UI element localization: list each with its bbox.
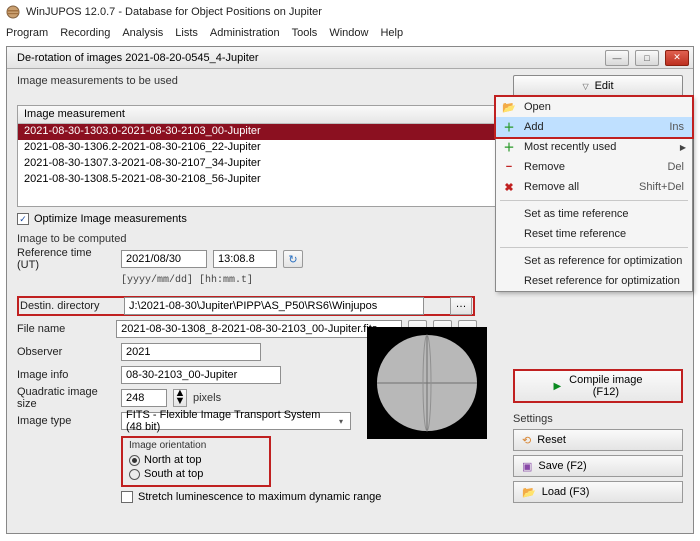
plus-icon: ＋ [501, 119, 517, 135]
orientation-group: Image orientation North at top South at … [121, 436, 271, 487]
reset-icon: ⟲ [522, 434, 531, 447]
optimize-checkbox-row[interactable]: ✓ Optimize Image measurements [17, 213, 187, 225]
stretch-label: Stretch luminescence to maximum dynamic … [138, 491, 381, 503]
menu-program[interactable]: Program [6, 27, 48, 39]
main-menu-bar: Program Recording Analysis Lists Adminis… [0, 24, 700, 42]
compute-section-label: Image to be computed [17, 233, 126, 245]
menu-most-recently-used[interactable]: ＋ Most recently used [496, 137, 692, 157]
orientation-north-radio[interactable]: North at top [129, 453, 263, 467]
edit-button[interactable]: ▽ Edit [513, 75, 683, 97]
menu-reset-time-reference[interactable]: Reset time reference [496, 224, 692, 244]
menu-window[interactable]: Window [329, 27, 368, 39]
image-type-combo[interactable]: FITS - Flexible Image Transport System (… [121, 412, 351, 430]
compile-key: (F12) [593, 386, 619, 398]
menu-recording[interactable]: Recording [60, 27, 110, 39]
browse-button[interactable]: … [450, 297, 472, 315]
destination-input[interactable] [124, 297, 424, 315]
load-button[interactable]: 📂 Load (F3) [513, 481, 683, 503]
quadratic-size-input[interactable] [121, 389, 167, 407]
menu-tools[interactable]: Tools [292, 27, 318, 39]
orientation-title: Image orientation [129, 440, 263, 451]
plus-icon: ＋ [501, 139, 517, 155]
menu-separator [500, 247, 688, 248]
folder-open-icon: 📂 [501, 101, 517, 114]
compile-image-button[interactable]: ▶ Compile image (F12) [513, 369, 683, 403]
menu-lists[interactable]: Lists [175, 27, 198, 39]
remove-all-icon: ✖ [501, 181, 517, 194]
menu-set-optimization-reference[interactable]: Set as reference for optimization [496, 251, 692, 271]
refresh-icon: ↻ [288, 253, 297, 266]
filename-label: File name [17, 323, 110, 335]
pixels-label: pixels [193, 392, 221, 404]
minus-icon: − [501, 161, 517, 173]
close-button[interactable]: ✕ [665, 50, 689, 66]
settings-label: Settings [513, 413, 683, 425]
radio-icon [129, 455, 140, 466]
chevron-down-icon: ▽ [582, 82, 588, 91]
filename-input[interactable] [116, 320, 402, 338]
optimize-label: Optimize Image measurements [34, 213, 187, 225]
menu-help[interactable]: Help [380, 27, 403, 39]
date-hint: [yyyy/mm/dd] [121, 275, 193, 286]
time-hint: [hh:mm.t] [199, 275, 253, 286]
observer-label: Observer [17, 346, 115, 358]
quadratic-size-label: Quadratic image size [17, 386, 115, 410]
subwindow-title: De-rotation of images 2021-08-20-0545_4-… [17, 52, 259, 64]
edit-context-menu: 📂 Open ＋ Add Ins ＋ Most recently used − … [495, 96, 693, 292]
menu-open[interactable]: 📂 Open [496, 97, 692, 117]
maximize-button[interactable]: □ [635, 50, 659, 66]
edit-button-label: Edit [595, 80, 614, 92]
menu-administration[interactable]: Administration [210, 27, 280, 39]
save-button[interactable]: ▣ Save (F2) [513, 455, 683, 477]
minimize-button[interactable]: — [605, 50, 629, 66]
chevron-down-icon: ▾ [336, 417, 346, 426]
image-info-input[interactable] [121, 366, 281, 384]
reference-time-label: Reference time (UT) [17, 247, 115, 271]
image-type-label: Image type [17, 415, 115, 427]
destination-label: Destin. directory [20, 300, 118, 312]
refresh-time-button[interactable]: ↻ [283, 250, 303, 268]
image-type-value: FITS - Flexible Image Transport System (… [126, 409, 336, 433]
app-title-bar: WinJUPOS 12.0.7 - Database for Object Po… [0, 0, 700, 24]
reference-time-input[interactable] [213, 250, 277, 268]
stretch-checkbox[interactable]: ✓ [121, 491, 133, 503]
disk-icon: ▣ [522, 460, 532, 473]
preview-image [367, 327, 487, 439]
image-info-label: Image info [17, 369, 115, 381]
reset-button[interactable]: ⟲ Reset [513, 429, 683, 451]
play-icon: ▶ [553, 381, 561, 392]
menu-remove-all[interactable]: ✖ Remove all Shift+Del [496, 177, 692, 197]
menu-separator [500, 200, 688, 201]
radio-icon [129, 469, 140, 480]
menu-remove[interactable]: − Remove Del [496, 157, 692, 177]
observer-input[interactable] [121, 343, 261, 361]
app-icon [6, 5, 20, 19]
menu-reset-optimization-reference[interactable]: Reset reference for optimization [496, 271, 692, 291]
app-title: WinJUPOS 12.0.7 - Database for Object Po… [26, 6, 322, 18]
subwindow-title-bar: De-rotation of images 2021-08-20-0545_4-… [7, 47, 693, 69]
menu-add[interactable]: ＋ Add Ins [496, 117, 692, 137]
compile-label: Compile image [569, 374, 642, 386]
quadratic-size-spinner[interactable]: ▲▼ [173, 389, 187, 407]
optimize-checkbox[interactable]: ✓ [17, 213, 29, 225]
orientation-south-radio[interactable]: South at top [129, 467, 263, 481]
menu-set-time-reference[interactable]: Set as time reference [496, 204, 692, 224]
reference-date-input[interactable] [121, 250, 207, 268]
menu-analysis[interactable]: Analysis [122, 27, 163, 39]
folder-icon: 📂 [522, 486, 536, 499]
